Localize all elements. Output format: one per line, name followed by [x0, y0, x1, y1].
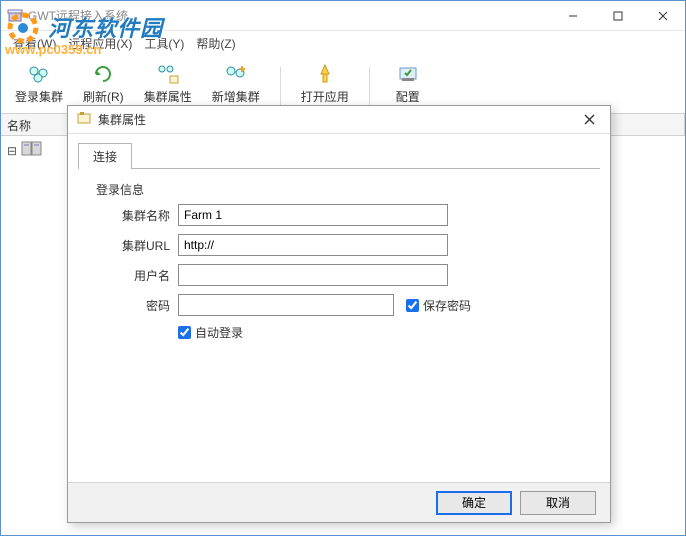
login-form: 集群名称 集群URL 用户名 密码 保存密码 [78, 204, 600, 341]
label-password: 密码 [98, 297, 178, 314]
app-window: GWT远程接入系统 查看(W) 远程应用(X) 工具(Y) 帮助(Z) 登录集群… [0, 0, 686, 536]
toolbar-separator [369, 67, 370, 107]
dialog-footer: 确定 取消 [68, 482, 610, 522]
tool-cluster-properties[interactable]: 集群属性 [140, 60, 196, 107]
settings-icon [396, 62, 420, 86]
window-controls [550, 1, 685, 30]
window-title: GWT远程接入系统 [28, 7, 128, 24]
checkbox-save-password-label: 保存密码 [423, 297, 471, 314]
label-farm-url: 集群URL [98, 237, 178, 254]
label-farm-name: 集群名称 [98, 207, 178, 224]
toolbar-separator [280, 67, 281, 107]
cancel-button[interactable]: 取消 [520, 491, 596, 515]
properties-icon [156, 62, 180, 86]
checkbox-save-password-input[interactable] [406, 299, 419, 312]
menu-help[interactable]: 帮助(Z) [192, 33, 239, 54]
menubar: 查看(W) 远程应用(X) 工具(Y) 帮助(Z) [1, 31, 685, 56]
tool-label: 打开应用 [301, 88, 349, 105]
expand-icon[interactable]: ⊟ [7, 144, 17, 158]
input-farm-url[interactable] [178, 234, 448, 256]
server-icon [21, 140, 43, 161]
menu-remote[interactable]: 远程应用(X) [64, 33, 136, 54]
tab-connection[interactable]: 连接 [78, 143, 132, 169]
dialog-title: 集群属性 [98, 111, 146, 128]
app-icon [7, 8, 23, 24]
dialog-body: 连接 登录信息 集群名称 集群URL 用户名 密码 [68, 134, 610, 482]
tool-label: 登录集群 [15, 88, 63, 105]
tool-label: 配置 [396, 88, 420, 105]
tool-label: 刷新(R) [83, 88, 124, 105]
add-cluster-icon [224, 62, 248, 86]
tool-login-cluster[interactable]: 登录集群 [11, 60, 67, 107]
tool-open-app[interactable]: 打开应用 [297, 60, 353, 107]
titlebar: GWT远程接入系统 [1, 1, 685, 31]
tool-settings[interactable]: 配置 [386, 60, 430, 107]
cluster-login-icon [27, 62, 51, 86]
titlebar-left: GWT远程接入系统 [7, 7, 128, 24]
menu-view[interactable]: 查看(W) [9, 33, 60, 54]
input-farm-name[interactable] [178, 204, 448, 226]
ok-button[interactable]: 确定 [436, 491, 512, 515]
checkbox-save-password[interactable]: 保存密码 [406, 297, 471, 314]
dialog-close-button[interactable] [574, 109, 604, 131]
menu-tools[interactable]: 工具(Y) [140, 33, 188, 54]
label-username: 用户名 [98, 267, 178, 284]
checkbox-auto-login[interactable]: 自动登录 [178, 324, 243, 341]
minimize-button[interactable] [550, 1, 595, 30]
tool-label: 集群属性 [144, 88, 192, 105]
maximize-button[interactable] [595, 1, 640, 30]
tool-refresh[interactable]: 刷新(R) [79, 60, 128, 107]
tab-strip: 连接 [78, 142, 600, 169]
dialog-icon [76, 110, 92, 129]
refresh-icon [91, 62, 115, 86]
open-app-icon [313, 62, 337, 86]
dialog-titlebar: 集群属性 [68, 106, 610, 134]
checkbox-auto-login-label: 自动登录 [195, 324, 243, 341]
input-username[interactable] [178, 264, 448, 286]
close-button[interactable] [640, 1, 685, 30]
dialog-cluster-properties: 集群属性 连接 登录信息 集群名称 集群URL 用户名 [67, 105, 611, 523]
tool-add-cluster[interactable]: 新增集群 [208, 60, 264, 107]
tool-label: 新增集群 [212, 88, 260, 105]
section-login-info: 登录信息 [78, 169, 600, 204]
input-password[interactable] [178, 294, 394, 316]
checkbox-auto-login-input[interactable] [178, 326, 191, 339]
